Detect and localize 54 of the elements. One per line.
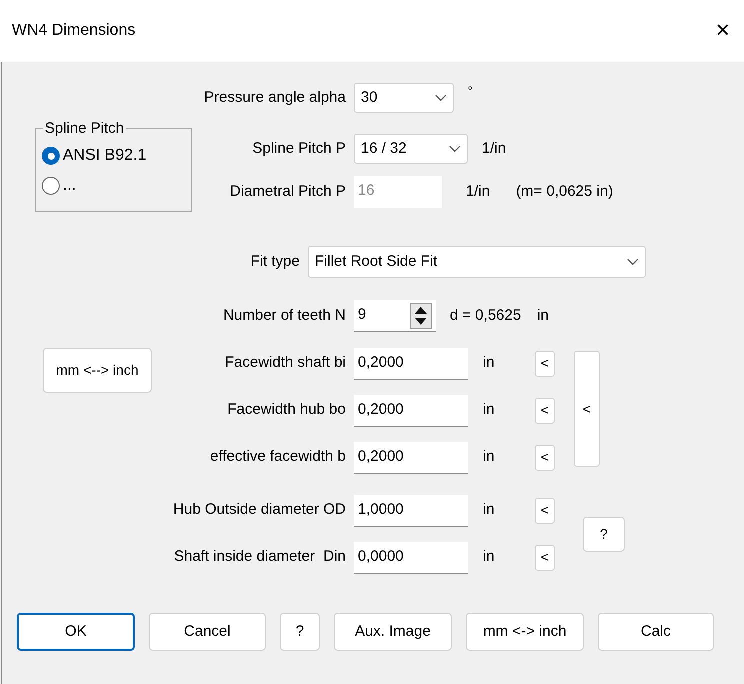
copy-value-button[interactable]: < — [535, 350, 555, 376]
dialog-button[interactable]: Calc — [598, 613, 714, 651]
dialog-button[interactable]: Cancel — [149, 613, 266, 651]
radio-option[interactable]: ANSI B92.1 — [42, 143, 185, 169]
spline-pitch-dropdown[interactable]: 16 / 32 — [354, 134, 468, 164]
field-label: effective facewidth b — [210, 447, 346, 468]
field-label: Shaft inside diameter Din — [174, 547, 346, 568]
unit-label: 1/in — [482, 138, 506, 159]
dialog-button[interactable]: Aux. Image — [334, 613, 452, 651]
field-label: Fit type — [250, 252, 300, 272]
unit-label: d = 0,5625 — [450, 306, 522, 326]
unit-label: in — [537, 306, 550, 326]
radio-button[interactable] — [42, 177, 60, 195]
close-button[interactable]: × — [716, 19, 730, 43]
unit-label: in — [483, 447, 496, 468]
field-label: Facewidth shaft bi — [225, 353, 346, 374]
radio-option[interactable]: ... — [42, 173, 185, 199]
text-field[interactable]: 0,2000 — [354, 394, 468, 426]
text-field[interactable]: 0,0000 — [354, 542, 468, 574]
copy-value-button[interactable]: < — [535, 498, 555, 524]
chevron-down-icon — [627, 258, 639, 266]
unit-label: 1/in — [466, 182, 490, 202]
spinner-arrows-icon[interactable] — [410, 302, 432, 328]
dialog-button[interactable]: OK — [17, 613, 135, 651]
unit-label: (m= 0,0625 in) — [516, 182, 614, 202]
radio-button[interactable] — [42, 147, 60, 165]
field-label: Hub Outside diameter OD — [173, 500, 346, 520]
copy-value-button[interactable]: < — [535, 444, 555, 470]
copy-value-button[interactable]: < — [535, 398, 555, 424]
text-field[interactable]: 0,2000 — [354, 348, 468, 380]
unit-label: in — [483, 353, 496, 374]
help-button[interactable]: ? — [583, 516, 625, 552]
text-field[interactable]: 0,2000 — [354, 442, 468, 474]
unit-label: ° — [468, 83, 473, 100]
copy-value-button[interactable]: < — [535, 544, 555, 570]
pressure-angle-dropdown[interactable]: 30 — [354, 83, 454, 113]
field-label: Diametral Pitch P — [230, 182, 346, 202]
text-field[interactable]: 1,0000 — [354, 494, 468, 526]
unit-label: in — [483, 547, 496, 568]
unit-label: in — [483, 400, 496, 420]
teeth-spin-field[interactable]: 9 — [354, 300, 436, 332]
copy-all-button[interactable]: < — [574, 351, 600, 467]
dialog-button[interactable]: mm <-> inch — [466, 613, 584, 651]
chevron-down-icon — [435, 94, 447, 102]
unit-toggle-button[interactable]: mm <--> inch — [43, 348, 152, 393]
window-title: WN4 Dimensions — [12, 21, 136, 41]
fit-type-dropdown[interactable]: Fillet Root Side Fit — [308, 246, 646, 278]
chevron-down-icon — [449, 145, 461, 153]
field-label: Facewidth hub bo — [228, 400, 346, 420]
field-label: Spline Pitch P — [252, 138, 346, 159]
field-label: Pressure angle alpha — [204, 88, 346, 108]
dialog-button[interactable]: ? — [280, 613, 320, 651]
field-label: Number of teeth N — [223, 306, 346, 326]
unit-label: in — [483, 500, 496, 520]
